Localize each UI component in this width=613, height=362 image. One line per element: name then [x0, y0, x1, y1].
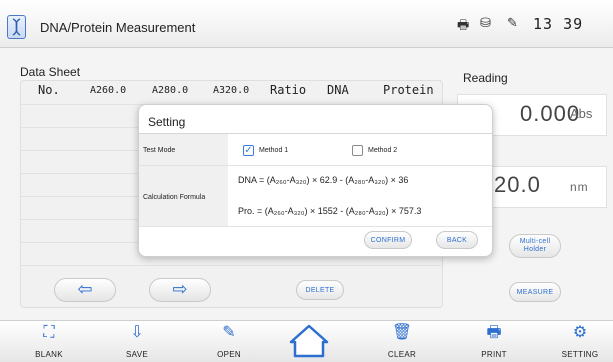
save-label: SAVE: [126, 350, 148, 359]
table-row-divider: [21, 265, 441, 266]
method-2-label[interactable]: Method 2: [368, 147, 397, 154]
previous-page-button[interactable]: ⇦: [54, 278, 116, 302]
blank-button[interactable]: ⛶ BLANK: [19, 322, 79, 359]
clock: 13 39: [533, 15, 584, 33]
window-title: DNA/Protein Measurement: [40, 20, 196, 35]
column-header-a280: A280.0: [152, 85, 189, 96]
dialog-title: Setting: [148, 115, 186, 129]
column-header-a260: A260.0: [90, 85, 127, 96]
home-button[interactable]: [282, 322, 336, 358]
pen-icon: ✎: [507, 16, 518, 31]
save-button[interactable]: ⇩ SAVE: [107, 322, 167, 359]
column-header-protein: Protein: [383, 83, 434, 97]
method-1-checkbox[interactable]: ✓: [243, 145, 254, 156]
column-header-a320: A320.0: [213, 85, 250, 96]
column-header-ratio: Ratio: [270, 83, 307, 97]
open-button[interactable]: ✎ OPEN: [199, 322, 259, 359]
measure-button[interactable]: MEASURE: [509, 282, 561, 302]
reading-label: Reading: [463, 71, 508, 85]
multi-cell-holder-label-2: Holder: [523, 246, 547, 253]
column-header-dna: DNA: [327, 83, 349, 97]
method-2-checkbox[interactable]: [352, 145, 363, 156]
clear-label: CLEAR: [387, 350, 417, 359]
print-label: PRINT: [481, 350, 507, 359]
wavelength-unit: nm: [570, 180, 589, 194]
wavelength-value: 20.0: [494, 172, 541, 197]
print-button[interactable]: 🖶 PRINT: [464, 322, 524, 359]
multi-cell-holder-button[interactable]: Multi-cell Holder: [509, 234, 561, 258]
setting-label: SETTING: [561, 350, 599, 359]
reading-unit: Abs: [570, 106, 593, 121]
blank-label: BLANK: [35, 350, 63, 359]
home-icon: [289, 324, 329, 358]
back-button[interactable]: BACK: [436, 231, 478, 249]
confirm-button[interactable]: CONFIRM: [364, 231, 412, 249]
calculation-formula-label: Calculation Formula: [143, 194, 206, 201]
column-header-no: No.: [38, 83, 60, 97]
printer-icon: 🖶: [486, 322, 502, 341]
gear-icon: ⚙: [572, 322, 588, 341]
dna-logo-icon: [7, 15, 26, 39]
test-mode-label: Test Mode: [143, 147, 176, 154]
data-sheet-title: Data Sheet: [20, 65, 81, 79]
usb-icon: ⛁: [480, 16, 491, 31]
next-page-button[interactable]: ⇨: [149, 278, 211, 302]
protein-formula: Pro. = (A₂₆₀-A₃₂₀) × 1552 - (A₂₈₀-A₃₂₀) …: [238, 206, 422, 216]
method-1-label[interactable]: Method 1: [259, 147, 288, 154]
open-label: OPEN: [217, 350, 241, 359]
printer-icon: 🖶: [457, 18, 470, 33]
dna-formula: DNA = (A₂₆₀-A₃₂₀) × 62.9 - (A₂₈₀-A₃₂₀) ×…: [238, 175, 409, 185]
setting-button[interactable]: ⚙ SETTING: [550, 322, 610, 359]
delete-button[interactable]: DELETE: [296, 280, 344, 300]
trash-icon: 🗑: [391, 322, 413, 341]
dialog-row-divider: [139, 226, 492, 227]
open-icon: ✎: [222, 322, 236, 341]
multi-cell-holder-label: Multi-cell: [519, 238, 551, 245]
blank-icon: ⛶: [43, 322, 55, 341]
save-icon: ⇩: [130, 322, 144, 341]
dialog-row-divider: [139, 165, 492, 166]
clear-button[interactable]: 🗑 CLEAR: [372, 322, 432, 359]
